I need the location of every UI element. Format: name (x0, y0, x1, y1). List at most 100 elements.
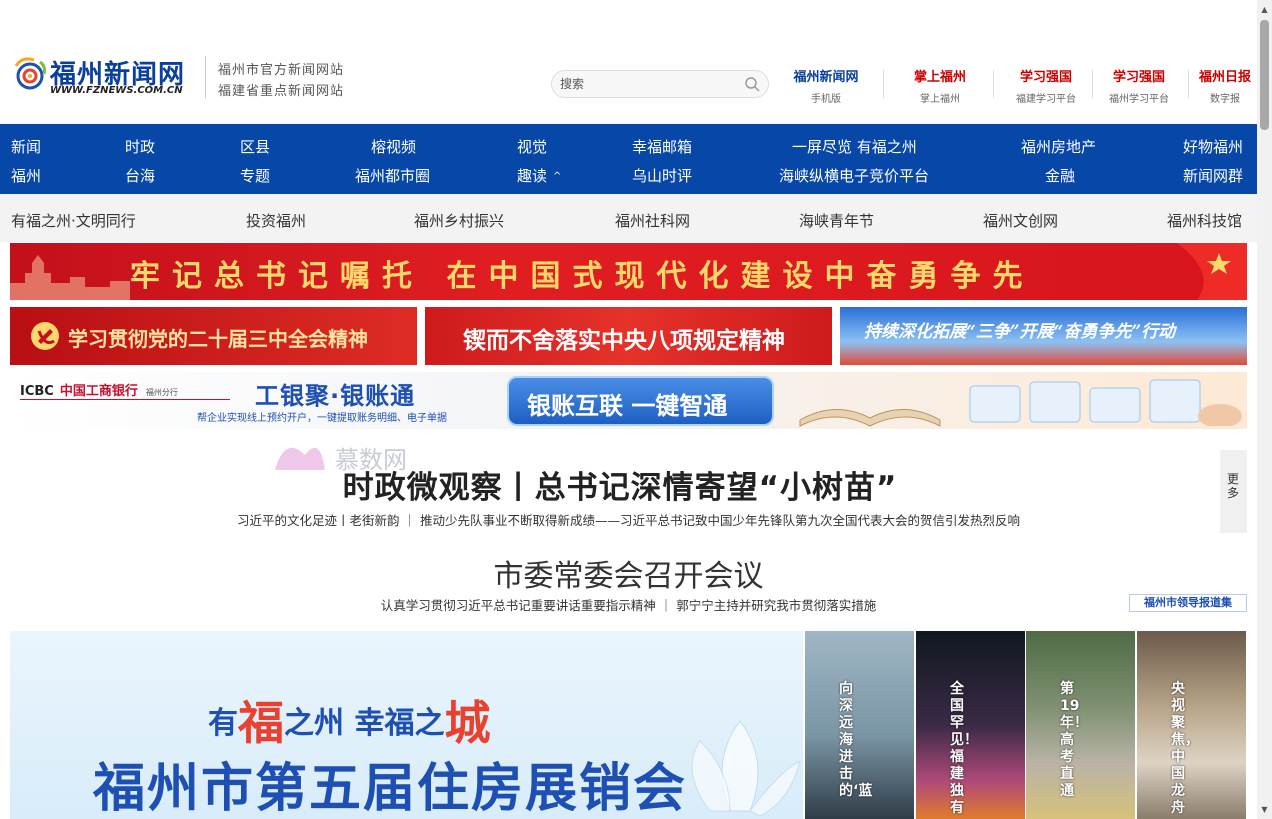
icbc-bank-name: 中国工商银行 (59, 384, 138, 399)
logo-url: WWW.FZNEWS.COM.CN (50, 85, 183, 96)
scroll-up-icon[interactable]: ▲ (1260, 5, 1269, 14)
nav-item[interactable]: 时政 (125, 136, 155, 157)
news-thumb[interactable]: 向深远海进击的‘蓝 (805, 631, 914, 819)
banner-eight-rules[interactable]: 锲而不舍落实中央八项规定精神 (425, 307, 832, 365)
skyline-icon (10, 255, 130, 300)
nav-item[interactable]: 好物福州 (1183, 136, 1243, 157)
banner-main[interactable]: 牢记总书记嘱托 在中国式现代化建设中奋勇争先 (10, 243, 1247, 300)
subnav-item[interactable]: 福州科技馆 (1167, 210, 1242, 231)
icbc-description: 帮企业实现线上预约开户，一键提取账务明细、电子单据 (197, 413, 447, 424)
nav-item[interactable]: 福州都市圈 (355, 165, 430, 186)
party-emblem-icon (31, 322, 59, 350)
site-header: 福州新闻网 WWW.FZNEWS.COM.CN 福州市官方新闻网站 福建省重点新… (0, 0, 1257, 124)
promo-title: 福州市第五届住房展销会 (93, 759, 688, 819)
subnav-item[interactable]: 福州文创网 (983, 210, 1058, 231)
book-icon (799, 409, 941, 427)
promo-housing-expo[interactable]: 有福之州 幸福之城 福州市第五届住房展销会 (10, 631, 803, 819)
news-thumb-caption: 第19年！高考直通 (1060, 681, 1088, 799)
nav-item[interactable]: 区县 (240, 136, 270, 157)
nav-item[interactable]: 新闻网群 (1183, 165, 1243, 186)
icbc-logo-en: ICBC (20, 384, 54, 399)
news-thumb-caption: 向深远海进击的‘蓝 (839, 681, 873, 799)
icbc-logo: ICBC 中国工商银行 福州分行 (20, 380, 178, 399)
flag-icon (1177, 243, 1247, 300)
app-xuexi-fuzhou-brand: 学习强国 (1112, 69, 1165, 85)
nav-item[interactable]: 海峡纵横电子竞价平台 (779, 165, 929, 186)
scrollbar-thumb[interactable] (1260, 20, 1269, 130)
banner-main-text: 牢记总书记嘱托 在中国式现代化建设中奋勇争先 (130, 259, 1035, 294)
nav-item[interactable]: 榕视频 (371, 136, 416, 157)
app-zhangshang[interactable]: 掌上福州 掌上福州 (890, 64, 990, 108)
page-scrollbar[interactable]: ▲ ▼ (1257, 0, 1272, 819)
headline-2-links[interactable]: 认真学习贯彻习近平总书记重要讲话重要指示精神 ｜ 郭宁宁主持并研究我市贯彻落实措… (0, 595, 1257, 614)
app-xuexi-fuzhou-caption: 福州学习平台 (1109, 94, 1169, 105)
app-zhangshang-brand: 掌上福州 (913, 69, 966, 85)
search-icon[interactable] (744, 76, 760, 92)
app-zhangshang-caption: 掌上福州 (920, 94, 960, 105)
subnav-item[interactable]: 有福之州·文明同行 (11, 210, 136, 231)
nav-item[interactable]: 台海 (125, 165, 155, 186)
promo-slogan: 有福之州 幸福之城 (208, 681, 491, 750)
nav-item[interactable]: 福州 (11, 165, 41, 186)
nav-item[interactable]: 幸福邮箱 (632, 136, 692, 157)
news-thumb-caption: 央视聚焦，中国龙舟 (1171, 681, 1199, 816)
dashboard-illustration-icon (969, 379, 1242, 426)
site-logo[interactable]: 福州新闻网 WWW.FZNEWS.COM.CN (10, 52, 190, 102)
nav-item[interactable]: 新闻 (11, 136, 41, 157)
app-separator (883, 70, 884, 98)
banner-eight-rules-text: 锲而不舍落实中央八项规定精神 (463, 327, 785, 354)
nav-item-label: 趣读 (517, 167, 548, 185)
headline-1-links[interactable]: 习近平的文化足迹丨老街新韵 ｜ 推动少先队事业不断取得新成绩——习近平总书记致中… (0, 510, 1257, 529)
nav-item[interactable]: 金融 (1045, 165, 1075, 186)
banner-icbc-ad[interactable]: ICBC 中国工商银行 福州分行 工银聚·银账通 帮企业实现线上预约开户，一键提取账… (10, 372, 1247, 429)
nav-item[interactable]: 专题 (240, 165, 270, 186)
sub-nav: 有福之州·文明同行 投资福州 福州乡村振兴 福州社科网 海峡青年节 福州文创网 … (0, 194, 1257, 242)
app-separator (993, 70, 994, 98)
nav-item-quedu[interactable]: 趣读 ^ (517, 165, 561, 186)
promo-slogan-a: 有 (208, 706, 238, 741)
scroll-down-icon[interactable]: ▼ (1260, 805, 1269, 814)
nav-item[interactable]: 福州房地产 (1021, 136, 1096, 157)
icbc-cta-button: 银账互联 一键智通 (507, 376, 774, 426)
headline-2[interactable]: 市委常委会召开会议 (0, 551, 1257, 595)
app-mobile-brand: 福州新闻网 (793, 69, 859, 85)
news-thumb[interactable]: 央视聚焦，中国龙舟 (1137, 631, 1246, 819)
icbc-cta-label: 银账互联 一键智通 (527, 392, 728, 420)
app-mobile-caption: 手机版 (811, 94, 841, 105)
leader-reports-link[interactable]: 福州市领导报道集 (1129, 594, 1247, 612)
banner-third-plenum[interactable]: 学习贯彻党的二十届三中全会精神 (10, 307, 417, 365)
logo-swirl-icon (14, 57, 46, 90)
search-input[interactable] (558, 75, 738, 93)
news-thumb-caption: 全国罕见！福建独有 (950, 681, 978, 816)
app-xuexi-fujian-brand: 学习强国 (1019, 69, 1072, 85)
promo-slogan-c: 之州 幸福之 (284, 706, 445, 741)
icbc-title: 工银聚·银账通 (255, 382, 416, 410)
app-mobile[interactable]: 福州新闻网 手机版 (776, 64, 876, 108)
nav-item[interactable]: 视觉 (517, 136, 547, 157)
subnav-item[interactable]: 福州社科网 (615, 210, 690, 231)
banner-three-contend[interactable]: 持续深化拓展“三争”开展“奋勇争先”行动 (840, 307, 1247, 365)
chevron-up-icon[interactable]: ^ (553, 171, 561, 182)
magnolia-icon (691, 720, 801, 817)
slogan-official: 福州市官方新闻网站 (218, 63, 345, 78)
more-button[interactable]: 更多 (1220, 450, 1247, 533)
app-xuexi-fujian-caption: 福建学习平台 (1016, 94, 1076, 105)
promo-slogan-d: 城 (444, 696, 491, 750)
icbc-branch: 福州分行 (145, 388, 178, 397)
app-xuexi-fuzhou[interactable]: 学习强国 福州学习平台 (1089, 64, 1189, 108)
nav-item[interactable]: 一屏尽览 有福之州 (792, 136, 917, 157)
subnav-item[interactable]: 投资福州 (246, 210, 306, 231)
app-xuexi-fujian[interactable]: 学习强国 福建学习平台 (996, 64, 1096, 108)
header-divider (205, 56, 206, 98)
nav-item[interactable]: 乌山时评 (632, 165, 692, 186)
news-thumb[interactable]: 第19年！高考直通 (1026, 631, 1135, 819)
subnav-item[interactable]: 福州乡村振兴 (414, 210, 504, 231)
slogan-key: 福建省重点新闻网站 (218, 84, 345, 99)
subnav-item[interactable]: 海峡青年节 (799, 210, 874, 231)
headline-1[interactable]: 时政微观察丨总书记深情寄望“小树苗” (0, 462, 1240, 507)
more-button-label: 更多 (1226, 472, 1239, 500)
news-thumb[interactable]: 全国罕见！福建独有 (916, 631, 1025, 819)
promo-slogan-b: 福 (238, 696, 284, 750)
main-nav: 新闻 时政 区县 榕视频 视觉 幸福邮箱 一屏尽览 有福之州 福州房地产 好物福… (0, 124, 1257, 194)
banner-third-plenum-text: 学习贯彻党的二十届三中全会精神 (68, 327, 368, 351)
